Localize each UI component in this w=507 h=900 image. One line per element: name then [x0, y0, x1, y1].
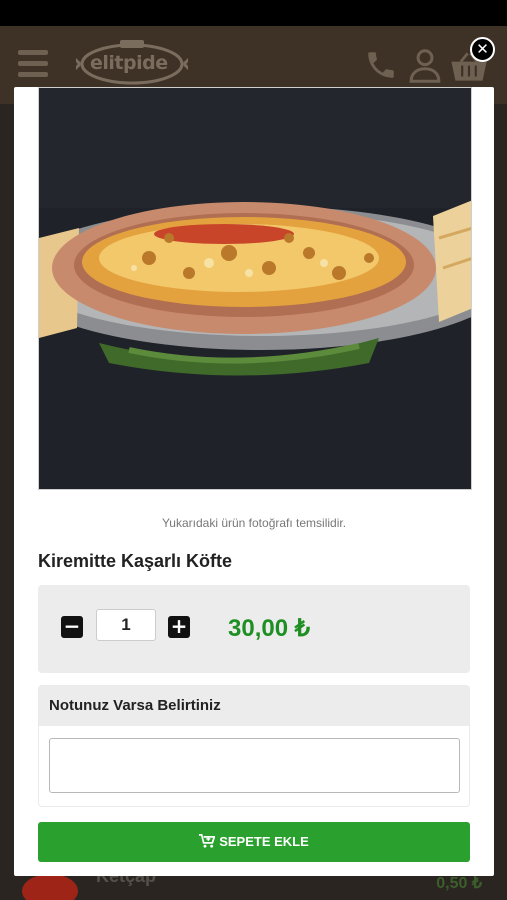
product-price: 30,00 ₺: [228, 615, 310, 642]
increase-quantity-button[interactable]: +: [168, 616, 190, 638]
phone-icon[interactable]: [364, 48, 398, 87]
note-panel: Notunuz Varsa Belirtiniz: [38, 685, 470, 807]
status-bar: [0, 0, 507, 26]
add-to-cart-button[interactable]: SEPETE EKLE: [38, 822, 470, 862]
decrease-quantity-button[interactable]: −: [61, 616, 83, 638]
close-icon: ✕: [476, 40, 489, 58]
list-item-price: 0,50 ₺: [436, 875, 482, 892]
product-modal: Yukarıdaki ürün fotoğrafı temsilidir. Ki…: [14, 87, 494, 876]
hamburger-icon[interactable]: [18, 50, 48, 78]
product-title: Kiremitte Kaşarlı Köfte: [38, 551, 233, 571]
note-title: Notunuz Varsa Belirtiniz: [39, 686, 469, 726]
user-icon[interactable]: [408, 48, 442, 89]
product-photo: [38, 87, 472, 490]
photo-disclaimer: Yukarıdaki ürün fotoğrafı temsilidir.: [161, 516, 347, 530]
close-modal-button[interactable]: ✕: [470, 37, 495, 62]
quantity-input[interactable]: 1: [96, 609, 156, 641]
logo-text: elitpide: [90, 52, 168, 74]
add-to-cart-label: SEPETE EKLE: [219, 834, 309, 849]
note-textarea[interactable]: [49, 738, 460, 793]
cart-plus-icon: [199, 833, 216, 848]
quantity-panel: − 1 + 30,00 ₺: [38, 585, 470, 673]
site-logo[interactable]: elitpide: [72, 38, 192, 88]
product-thumbnail: [22, 874, 78, 900]
